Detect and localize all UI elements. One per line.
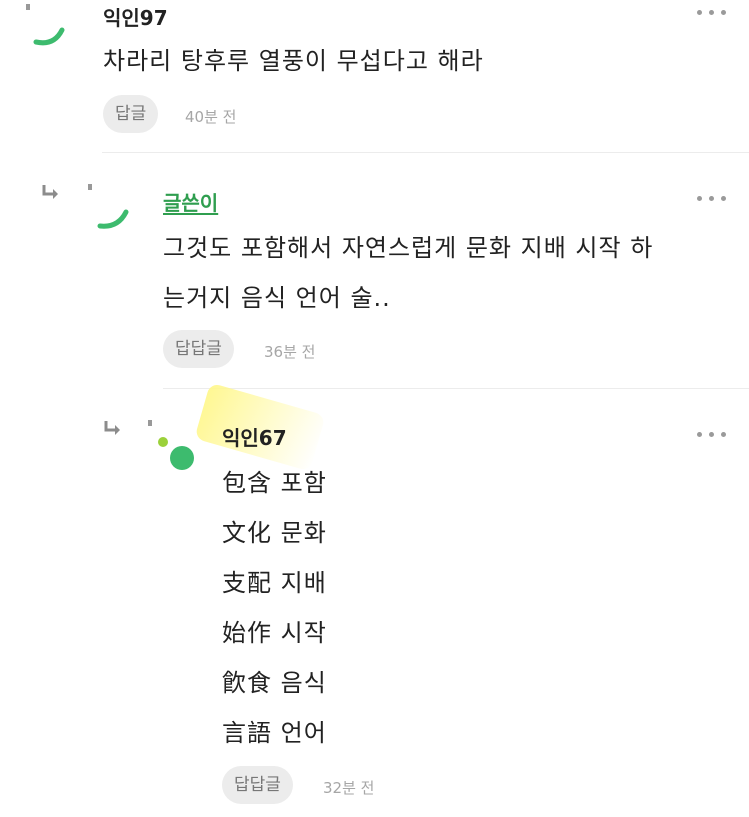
reply-arrow-icon xyxy=(102,418,124,440)
reply-button[interactable]: 답답글 xyxy=(222,766,293,804)
reply-button[interactable]: 답글 xyxy=(103,95,159,133)
more-options-icon[interactable] xyxy=(695,188,729,208)
comment-line: 는거지 음식 언어 술.. xyxy=(163,284,391,312)
comment-line: 支配 지배 xyxy=(222,569,327,597)
comment-line: 차라리 탕후루 열풍이 무섭다고 해라 xyxy=(103,47,484,75)
nickname[interactable]: 익인67 xyxy=(222,422,287,451)
timestamp: 40분 전 xyxy=(185,108,237,126)
avatar[interactable] xyxy=(24,4,65,46)
timestamp: 36분 전 xyxy=(264,343,316,361)
comment-line: 그것도 포함해서 자연스럽게 문화 지배 시작 하 xyxy=(163,234,654,262)
comment-line: 包含 포함 xyxy=(222,469,327,497)
avatar[interactable] xyxy=(146,420,194,470)
reply-button[interactable]: 답답글 xyxy=(163,330,234,368)
comment-text: 包含 포함 文化 문화 支配 지배 始作 시작 飮食 음식 言語 언어 xyxy=(222,458,327,758)
more-options-icon[interactable] xyxy=(695,424,729,444)
divider xyxy=(163,388,749,389)
more-options-icon[interactable] xyxy=(695,2,729,22)
comment-line: 飮食 음식 xyxy=(222,669,327,697)
timestamp: 32분 전 xyxy=(323,779,375,797)
avatar[interactable] xyxy=(86,184,129,229)
divider xyxy=(102,152,749,153)
nickname[interactable]: 익인97 xyxy=(103,2,168,31)
comment-line: 文化 문화 xyxy=(222,519,327,547)
reply-arrow-icon xyxy=(40,182,62,204)
comment-line: 始作 시작 xyxy=(222,619,327,647)
author-nickname[interactable]: 글쓴이 xyxy=(163,187,218,216)
comment-line: 言語 언어 xyxy=(222,719,327,747)
comment-text: 차라리 탕후루 열풍이 무섭다고 해라 xyxy=(103,36,484,86)
comment-text: 그것도 포함해서 자연스럽게 문화 지배 시작 하 는거지 음식 언어 술.. xyxy=(163,223,653,323)
